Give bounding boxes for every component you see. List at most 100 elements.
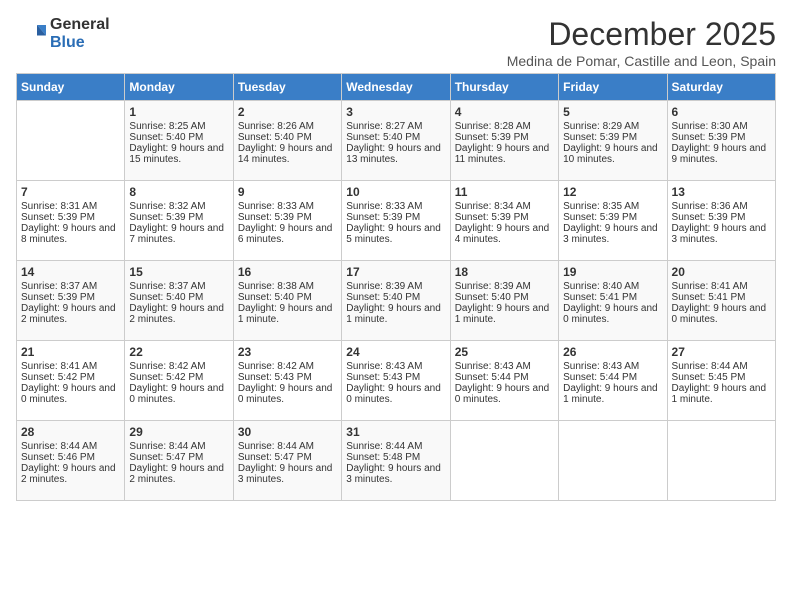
sunset-text: Sunset: 5:39 PM (129, 212, 228, 223)
sunrise-text: Sunrise: 8:27 AM (346, 121, 445, 132)
daylight-text: Daylight: 9 hours and 6 minutes. (238, 223, 337, 245)
sunrise-text: Sunrise: 8:38 AM (238, 281, 337, 292)
day-number: 26 (563, 345, 662, 359)
daylight-text: Daylight: 9 hours and 1 minute. (563, 383, 662, 405)
calendar-cell (450, 421, 558, 501)
sunset-text: Sunset: 5:41 PM (672, 292, 771, 303)
daylight-text: Daylight: 9 hours and 1 minute. (455, 303, 554, 325)
daylight-text: Daylight: 9 hours and 2 minutes. (129, 463, 228, 485)
daylight-text: Daylight: 9 hours and 2 minutes. (129, 303, 228, 325)
sunset-text: Sunset: 5:40 PM (346, 132, 445, 143)
day-number: 28 (21, 425, 120, 439)
calendar-cell: 8Sunrise: 8:32 AMSunset: 5:39 PMDaylight… (125, 181, 233, 261)
day-number: 13 (672, 185, 771, 199)
title-block: December 2025 Medina de Pomar, Castille … (507, 16, 776, 69)
sunrise-text: Sunrise: 8:34 AM (455, 201, 554, 212)
month-title: December 2025 (507, 16, 776, 53)
daylight-text: Daylight: 9 hours and 13 minutes. (346, 143, 445, 165)
day-number: 30 (238, 425, 337, 439)
sunrise-text: Sunrise: 8:30 AM (672, 121, 771, 132)
day-number: 10 (346, 185, 445, 199)
weekday-header-wednesday: Wednesday (342, 74, 450, 101)
day-number: 2 (238, 105, 337, 119)
daylight-text: Daylight: 9 hours and 14 minutes. (238, 143, 337, 165)
sunset-text: Sunset: 5:48 PM (346, 452, 445, 463)
logo-general-text: General (50, 16, 110, 34)
sunrise-text: Sunrise: 8:41 AM (21, 361, 120, 372)
daylight-text: Daylight: 9 hours and 0 minutes. (672, 303, 771, 325)
calendar-cell: 16Sunrise: 8:38 AMSunset: 5:40 PMDayligh… (233, 261, 341, 341)
daylight-text: Daylight: 9 hours and 7 minutes. (129, 223, 228, 245)
sunset-text: Sunset: 5:44 PM (563, 372, 662, 383)
daylight-text: Daylight: 9 hours and 1 minute. (346, 303, 445, 325)
daylight-text: Daylight: 9 hours and 3 minutes. (563, 223, 662, 245)
calendar-cell: 17 Sunrise: 8:39 AMSunset: 5:40 PMDayligh… (342, 261, 450, 341)
day-number: 15 (129, 265, 228, 279)
calendar-cell: 2 Sunrise: 8:26 AMSunset: 5:40 PMDaylight… (233, 101, 341, 181)
daylight-text: Daylight: 9 hours and 3 minutes. (346, 463, 445, 485)
calendar-cell (667, 421, 775, 501)
logo: General Blue (16, 16, 110, 51)
location-title: Medina de Pomar, Castille and Leon, Spai… (507, 53, 776, 69)
sunset-text: Sunset: 5:40 PM (238, 132, 337, 143)
calendar-cell: 3Sunrise: 8:27 AMSunset: 5:40 PMDaylight… (342, 101, 450, 181)
calendar-week-row: 21Sunrise: 8:41 AMSunset: 5:42 PMDayligh… (17, 341, 776, 421)
calendar-cell: 21Sunrise: 8:41 AMSunset: 5:42 PMDayligh… (17, 341, 125, 421)
sunset-text: Sunset: 5:47 PM (129, 452, 228, 463)
calendar-cell: 31Sunrise: 8:44 AMSunset: 5:48 PMDayligh… (342, 421, 450, 501)
calendar-cell: 26Sunrise: 8:43 AMSunset: 5:44 PMDayligh… (559, 341, 667, 421)
calendar-table: SundayMondayTuesdayWednesdayThursdayFrid… (16, 73, 776, 501)
sunrise-text: Sunrise: 8:26 AM (238, 121, 337, 132)
sunrise-text: Sunrise: 8:44 AM (238, 441, 337, 452)
sunrise-text: Sunrise: 8:29 AM (563, 121, 662, 132)
sunset-text: Sunset: 5:39 PM (238, 212, 337, 223)
calendar-cell: 28Sunrise: 8:44 AMSunset: 5:46 PMDayligh… (17, 421, 125, 501)
logo-icon (16, 19, 46, 49)
sunset-text: Sunset: 5:39 PM (455, 212, 554, 223)
sunrise-text: Sunrise: 8:28 AM (455, 121, 554, 132)
day-number: 22 (129, 345, 228, 359)
sunset-text: Sunset: 5:40 PM (238, 292, 337, 303)
day-number: 8 (129, 185, 228, 199)
sunrise-text: Sunrise: 8:39 AM (346, 281, 445, 292)
day-number: 17 (346, 265, 445, 279)
daylight-text: Daylight: 9 hours and 2 minutes. (21, 463, 120, 485)
daylight-text: Daylight: 9 hours and 3 minutes. (672, 223, 771, 245)
day-number: 31 (346, 425, 445, 439)
sunset-text: Sunset: 5:42 PM (129, 372, 228, 383)
daylight-text: Daylight: 9 hours and 0 minutes. (563, 303, 662, 325)
calendar-cell: 13Sunrise: 8:36 AMSunset: 5:39 PMDayligh… (667, 181, 775, 261)
sunrise-text: Sunrise: 8:42 AM (238, 361, 337, 372)
sunset-text: Sunset: 5:40 PM (129, 132, 228, 143)
calendar-cell: 1Sunrise: 8:25 AMSunset: 5:40 PMDaylight… (125, 101, 233, 181)
calendar-cell: 7Sunrise: 8:31 AMSunset: 5:39 PMDaylight… (17, 181, 125, 261)
day-number: 19 (563, 265, 662, 279)
day-number: 23 (238, 345, 337, 359)
sunset-text: Sunset: 5:40 PM (455, 292, 554, 303)
daylight-text: Daylight: 9 hours and 0 minutes. (238, 383, 337, 405)
sunrise-text: Sunrise: 8:40 AM (563, 281, 662, 292)
sunset-text: Sunset: 5:39 PM (455, 132, 554, 143)
sunrise-text: Sunrise: 8:31 AM (21, 201, 120, 212)
sunset-text: Sunset: 5:39 PM (672, 212, 771, 223)
weekday-header-row: SundayMondayTuesdayWednesdayThursdayFrid… (17, 74, 776, 101)
sunrise-text: Sunrise: 8:33 AM (238, 201, 337, 212)
daylight-text: Daylight: 9 hours and 5 minutes. (346, 223, 445, 245)
calendar-cell: 24Sunrise: 8:43 AMSunset: 5:43 PMDayligh… (342, 341, 450, 421)
sunrise-text: Sunrise: 8:37 AM (129, 281, 228, 292)
sunset-text: Sunset: 5:46 PM (21, 452, 120, 463)
sunset-text: Sunset: 5:45 PM (672, 372, 771, 383)
calendar-cell (559, 421, 667, 501)
sunrise-text: Sunrise: 8:43 AM (346, 361, 445, 372)
weekday-header-saturday: Saturday (667, 74, 775, 101)
sunrise-text: Sunrise: 8:25 AM (129, 121, 228, 132)
day-number: 14 (21, 265, 120, 279)
day-number: 18 (455, 265, 554, 279)
sunset-text: Sunset: 5:40 PM (346, 292, 445, 303)
sunrise-text: Sunrise: 8:39 AM (455, 281, 554, 292)
daylight-text: Daylight: 9 hours and 2 minutes. (21, 303, 120, 325)
calendar-cell: 11Sunrise: 8:34 AMSunset: 5:39 PMDayligh… (450, 181, 558, 261)
day-number: 25 (455, 345, 554, 359)
day-number: 12 (563, 185, 662, 199)
day-number: 6 (672, 105, 771, 119)
